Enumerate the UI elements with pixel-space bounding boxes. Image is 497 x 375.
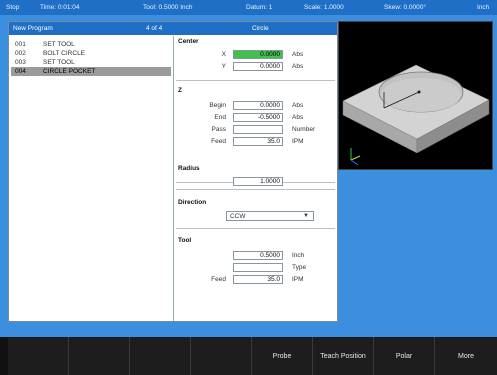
z-pass-field[interactable]	[233, 125, 283, 134]
step-position: 4 of 4	[146, 25, 163, 32]
radius-section: Radius 1.0000	[176, 156, 335, 190]
program-title-bar: New Program 4 of 4 Circle	[9, 22, 337, 35]
softkey-4[interactable]	[191, 337, 252, 375]
center-y-field[interactable]: 0.0000	[233, 62, 283, 71]
probe-button[interactable]: Probe	[252, 337, 313, 375]
feed-label: Feed	[211, 138, 226, 145]
y-axis-icon	[350, 155, 361, 161]
section-title: Radius	[178, 165, 200, 172]
z-begin-field[interactable]: 0.0000	[233, 101, 283, 110]
status-bar: Stop Time: 0:01:04 Tool: 0.5000 Inch Dat…	[0, 0, 497, 15]
run-mode: Stop	[6, 4, 20, 11]
tool-feed-field[interactable]: 35.0	[233, 275, 283, 284]
teach-position-button[interactable]: Teach Position	[313, 337, 374, 375]
step-list: 001 SET TOOL 002 BOLT CIRCLE 003 SET TOO…	[9, 36, 174, 321]
elapsed-time: Time: 0:01:04	[40, 4, 80, 11]
end-label: End	[214, 114, 226, 121]
direction-dropdown[interactable]: CCW ▼	[226, 211, 314, 221]
tool-feed-unit: IPM	[292, 276, 304, 283]
direction-section: Direction CCW ▼	[176, 190, 335, 229]
pass-unit: Number	[292, 126, 316, 133]
center-section: Center X 0.0000 Abs Y 0.0000 Abs	[176, 36, 335, 81]
softkey-3[interactable]	[130, 337, 191, 375]
step-type: Circle	[252, 25, 269, 32]
section-title: Center	[178, 38, 199, 45]
softkey-2[interactable]	[69, 337, 130, 375]
center-x-field[interactable]: 0.0000	[233, 50, 283, 59]
units-readout: Inch	[477, 4, 490, 11]
tool-section: Tool 0.5000 Inch Type Feed 35.0 IPM	[176, 228, 335, 288]
datum-readout: Datum: 1	[246, 4, 273, 11]
tool-type-label: Type	[292, 264, 307, 271]
softkey-bar: Probe Teach Position Polar More	[0, 337, 497, 375]
tool-feed-label: Feed	[211, 276, 226, 283]
section-title: Tool	[178, 237, 192, 244]
skew-readout: Skew: 0.0000°	[384, 4, 426, 11]
end-unit: Abs	[292, 114, 304, 121]
list-item[interactable]: 002 BOLT CIRCLE	[11, 49, 171, 58]
feed-unit: IPM	[292, 138, 304, 145]
program-panel: New Program 4 of 4 Circle 001 SET TOOL 0…	[8, 21, 338, 322]
center-point	[417, 90, 421, 94]
z-end-field[interactable]: -0.5000	[233, 113, 283, 122]
list-item[interactable]: 003 SET TOOL	[11, 58, 171, 67]
program-name: New Program	[13, 25, 53, 32]
x-unit: Abs	[292, 51, 304, 58]
chevron-down-icon: ▼	[303, 213, 309, 219]
pass-label: Pass	[211, 126, 226, 133]
part-preview-drawing	[342, 64, 490, 166]
radius-field[interactable]: 1.0000	[233, 177, 283, 186]
begin-unit: Abs	[292, 102, 304, 109]
tool-readout: Tool: 0.5000 Inch	[143, 4, 193, 11]
x-label: X	[221, 51, 226, 58]
scale-readout: Scale: 1.0000	[304, 4, 344, 11]
tool-diameter-field[interactable]: 0.5000	[233, 251, 283, 260]
list-item-selected[interactable]: 004 CIRCLE POCKET	[11, 67, 171, 76]
x-axis-icon	[350, 159, 359, 166]
polar-button[interactable]: Polar	[374, 337, 435, 375]
step-detail: Center X 0.0000 Abs Y 0.0000 Abs Z Begin…	[174, 36, 337, 321]
begin-label: Begin	[209, 102, 226, 109]
y-label: Y	[221, 63, 226, 70]
section-title: Direction	[178, 199, 207, 206]
direction-value: CCW	[230, 213, 246, 220]
part-preview	[338, 21, 493, 170]
list-item[interactable]: 001 SET TOOL	[11, 40, 171, 49]
tool-unit: Inch	[292, 252, 305, 259]
more-button[interactable]: More	[435, 337, 497, 375]
section-title: Z	[178, 87, 182, 94]
z-feed-field[interactable]: 35.0	[233, 137, 283, 146]
tool-type-field[interactable]	[233, 263, 283, 272]
softkey-1[interactable]	[8, 337, 69, 375]
y-unit: Abs	[292, 63, 304, 70]
pocket-floor	[381, 78, 461, 112]
